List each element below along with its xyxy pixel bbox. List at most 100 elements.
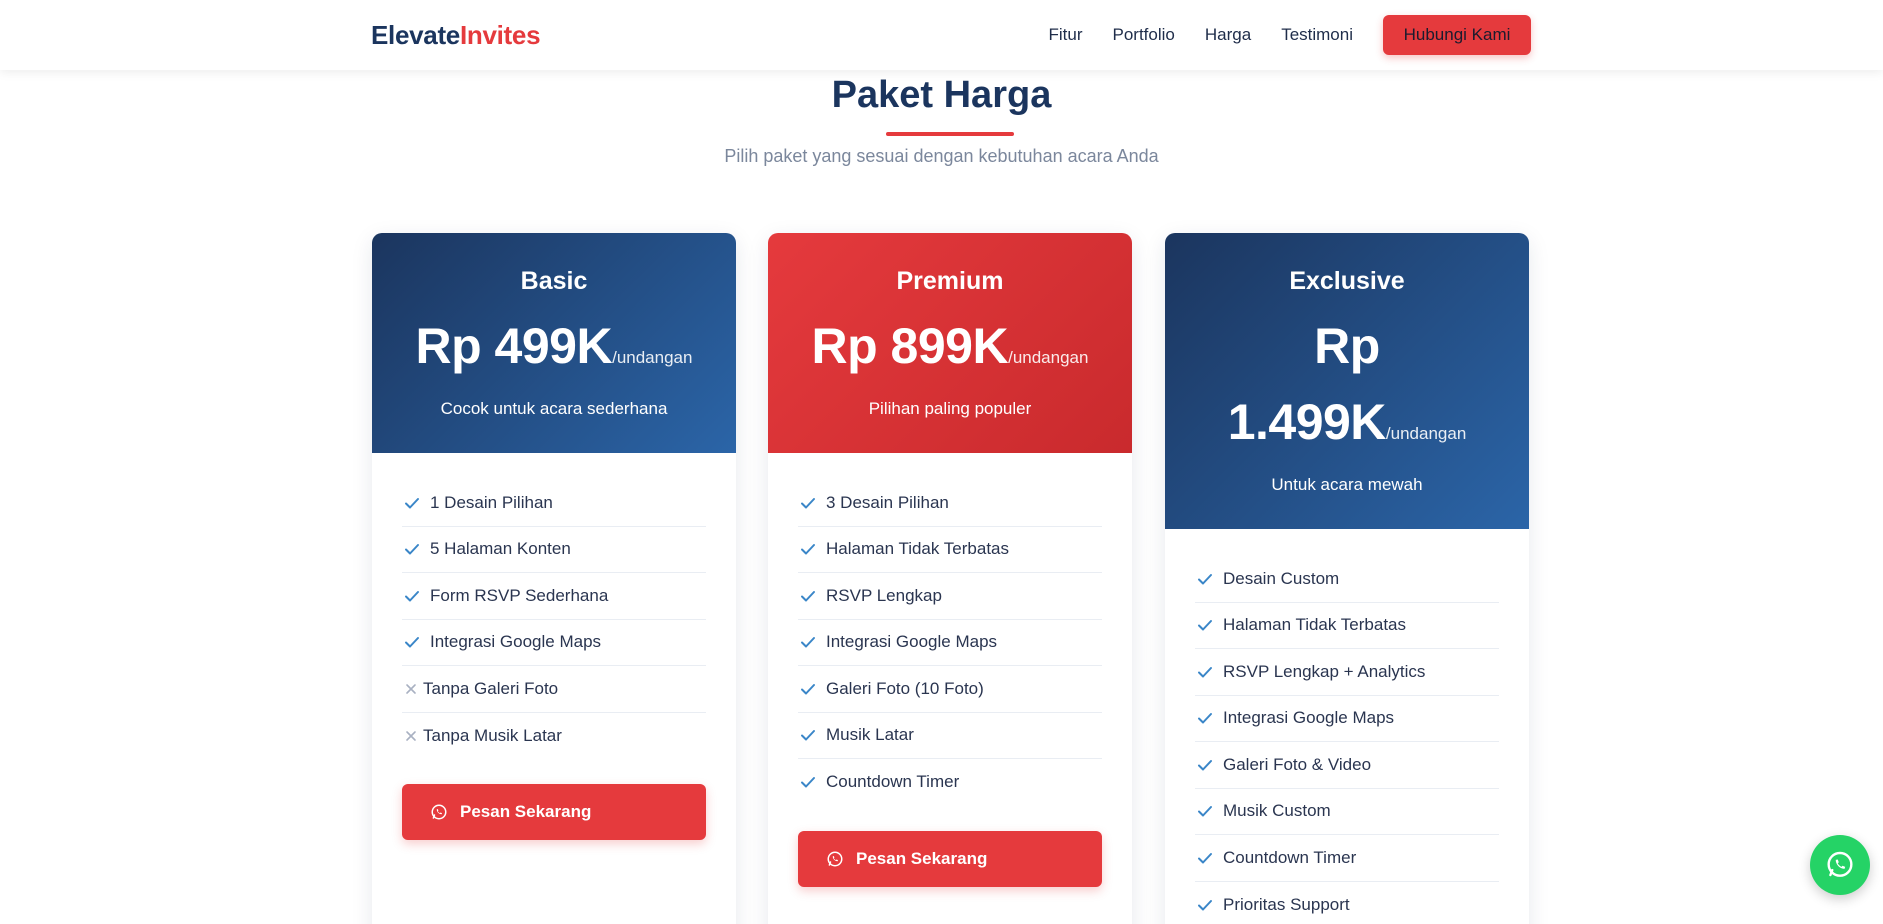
check-icon [1195,662,1215,682]
plan-description: Untuk acara mewah [1271,475,1423,494]
feature-text: Galeri Foto (10 Foto) [826,678,984,698]
feature-text: Integrasi Google Maps [1223,708,1395,728]
feature-text: Tanpa Galeri Foto [423,678,559,698]
whatsapp-icon [1824,849,1856,881]
card-header: Basic Rp 499K/undangan Cocok untuk acara… [372,233,736,453]
feature-text: 3 Desain Pilihan [826,492,949,512]
plan-name: Basic [520,267,588,295]
cross-icon [402,726,420,746]
check-icon [1195,895,1215,915]
navbar-inner: ElevateInvites Fitur Portfolio Harga Tes… [371,0,1531,70]
feature-item: Form RSVP Sederhana [402,573,706,620]
brand-logo-part1: Elevate [371,19,460,50]
price-amount: Rp 899K [811,318,1009,374]
feature-text: RSVP Lengkap [826,585,942,605]
nav-link-portfolio[interactable]: Portfolio [1113,25,1175,45]
feature-text: 5 Halaman Konten [430,539,571,559]
order-button-basic[interactable]: Pesan Sekarang [402,784,706,840]
feature-item: Desain Custom [1195,556,1499,603]
feature-list: 3 Desain Pilihan Halaman Tidak Terbatas … [768,453,1132,806]
check-icon [798,679,818,699]
pricing-card-premium: Premium Rp 899K/undangan Pilihan paling … [768,233,1132,924]
plan-price: Rp 899K/undangan [768,308,1132,397]
plan-description: Cocok untuk acara sederhana [440,399,668,418]
price-amount: Rp 499K [415,318,613,374]
feature-text: Musik Latar [826,725,914,745]
check-icon [402,539,422,559]
feature-text: Countdown Timer [826,772,960,792]
feature-item: Galeri Foto (10 Foto) [798,666,1102,713]
feature-item: Countdown Timer [1195,835,1499,882]
plan-description: Pilihan paling populer [868,399,1032,418]
feature-item: 3 Desain Pilihan [798,480,1102,527]
feature-item: 5 Halaman Konten [402,527,706,573]
plan-name: Premium [896,267,1004,295]
nav-link-harga[interactable]: Harga [1205,25,1251,45]
price-amount: 1.499K [1227,394,1387,450]
feature-text: 1 Desain Pilihan [430,492,553,512]
check-icon [798,539,818,559]
brand-logo-part2: Invites [459,19,541,50]
feature-item: Galeri Foto & Video [1195,742,1499,789]
pricing-card-exclusive: Exclusive Rp 1.499K/undangan Untuk acara… [1165,233,1529,924]
check-icon [798,725,818,745]
check-icon [402,632,422,652]
feature-item: Halaman Tidak Terbatas [1195,603,1499,649]
navbar: ElevateInvites Fitur Portfolio Harga Tes… [0,0,1883,70]
check-icon [1195,615,1215,635]
feature-item: RSVP Lengkap + Analytics [1195,649,1499,696]
feature-item: Halaman Tidak Terbatas [798,527,1102,573]
section-title: Paket Harga [831,74,1052,116]
feature-item: 1 Desain Pilihan [402,480,706,527]
price-unit: /undangan [612,348,693,367]
whatsapp-float-button[interactable] [1810,835,1870,895]
feature-list: Desain Custom Halaman Tidak Terbatas RSV… [1165,529,1529,924]
nav-link-fitur[interactable]: Fitur [1049,25,1083,45]
title-underline [886,132,1014,136]
feature-text: Integrasi Google Maps [430,632,602,652]
plan-price: Rp 1.499K/undangan [1165,308,1529,473]
feature-text: Integrasi Google Maps [826,632,998,652]
feature-list: 1 Desain Pilihan 5 Halaman Konten Form R… [372,453,736,759]
plan-price: Rp 499K/undangan [372,308,736,397]
contact-button[interactable]: Hubungi Kami [1383,15,1531,55]
feature-text: Desain Custom [1223,568,1340,588]
price-unit: /undangan [1008,348,1089,367]
check-icon [798,772,818,792]
feature-item: Countdown Timer [798,759,1102,806]
check-icon [1195,848,1215,868]
check-icon [1195,755,1215,775]
cross-icon [402,679,420,699]
check-icon [1195,801,1215,821]
feature-text: Musik Custom [1223,801,1331,821]
feature-item: Musik Latar [798,713,1102,759]
feature-item: Integrasi Google Maps [402,620,706,666]
order-button-label: Pesan Sekarang [460,802,592,821]
feature-text: Form RSVP Sederhana [430,585,609,605]
section-subtitle: Pilih paket yang sesuai dengan kebutuhan… [724,146,1159,166]
card-header: Premium Rp 899K/undangan Pilihan paling … [768,233,1132,453]
feature-text: RSVP Lengkap + Analytics [1223,661,1426,681]
nav-link-testimoni[interactable]: Testimoni [1281,25,1353,45]
feature-item: Prioritas Support [1195,882,1499,924]
check-icon [798,493,818,513]
whatsapp-icon [826,850,844,868]
feature-item: Musik Custom [1195,789,1499,835]
feature-text: Prioritas Support [1223,894,1350,914]
pricing-card-basic: Basic Rp 499K/undangan Cocok untuk acara… [372,233,736,924]
brand-logo[interactable]: ElevateInvites [371,19,541,51]
nav-links: Fitur Portfolio Harga Testimoni Hubungi … [1019,15,1531,55]
check-icon [1195,708,1215,728]
feature-item-excluded: Tanpa Galeri Foto [402,666,706,713]
check-icon [798,586,818,606]
feature-item: Integrasi Google Maps [798,620,1102,666]
check-icon [1195,569,1215,589]
check-icon [402,493,422,513]
price-currency: Rp [1314,318,1380,374]
feature-text: Countdown Timer [1223,847,1357,867]
order-button-premium[interactable]: Pesan Sekarang [798,830,1102,887]
feature-item-excluded: Tanpa Musik Latar [402,713,706,760]
feature-text: Halaman Tidak Terbatas [826,539,1010,559]
feature-text: Galeri Foto & Video [1223,754,1372,774]
card-header: Exclusive Rp 1.499K/undangan Untuk acara… [1165,233,1529,529]
